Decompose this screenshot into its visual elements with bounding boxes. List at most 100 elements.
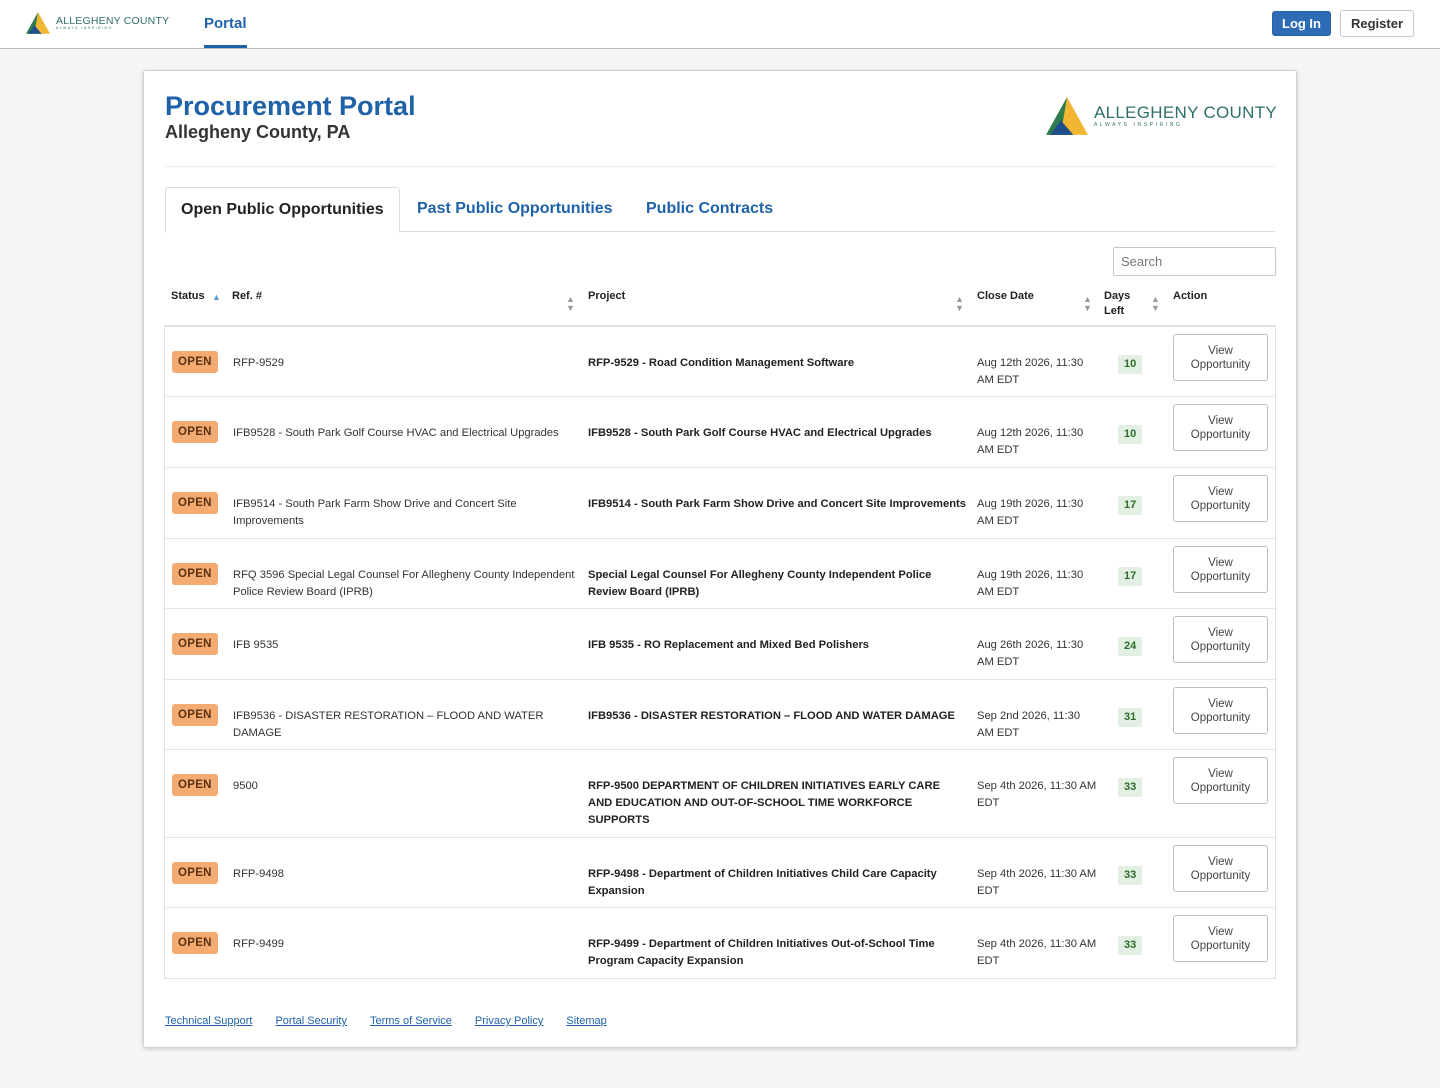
column-header-status[interactable]: Status <box>171 289 205 304</box>
header-logo: ALLEGHENY COUNTY ALWAYS INSPIRING <box>1046 97 1277 135</box>
table-body: OPEN RFP-9529 RFP-9529 - Road Condition … <box>164 327 1276 979</box>
top-navbar: ALLEGHENY COUNTY ALWAYS INSPIRING Portal… <box>0 0 1440 49</box>
table-row: OPEN IFB 9535 IFB 9535 - RO Replacement … <box>165 609 1275 680</box>
close-date-cell: Sep 4th 2026, 11:30 AM EDT <box>977 938 1097 967</box>
footer-link-technical-support[interactable]: Technical Support <box>165 1015 252 1027</box>
status-badge: OPEN <box>172 492 218 514</box>
project-cell: RFP-9500 DEPARTMENT OF CHILDREN INITIATI… <box>588 780 941 826</box>
table-row: OPEN IFB9528 - South Park Golf Course HV… <box>165 397 1275 468</box>
table-row: OPEN IFB9514 - South Park Farm Show Driv… <box>165 468 1275 539</box>
view-opportunity-button[interactable]: View Opportunity <box>1173 334 1268 381</box>
footer-links: Technical Support Portal Security Terms … <box>165 1015 607 1027</box>
tab-public-contracts[interactable]: Public Contracts <box>646 187 773 232</box>
table-row: OPEN 9500 RFP-9500 DEPARTMENT OF CHILDRE… <box>165 750 1275 838</box>
close-date-cell: Aug 19th 2026, 11:30 AM EDT <box>977 498 1084 527</box>
sort-icon[interactable]: ▲ ▼ <box>955 295 964 313</box>
status-badge: OPEN <box>172 351 218 373</box>
header-logo-tagline: ALWAYS INSPIRING <box>1094 122 1183 128</box>
table-row: OPEN RFP-9498 RFP-9498 - Department of C… <box>165 838 1275 908</box>
project-cell: IFB9536 - DISASTER RESTORATION – FLOOD A… <box>588 710 955 722</box>
ref-cell: 9500 <box>233 780 258 792</box>
project-cell: RFP-9498 - Department of Children Initia… <box>588 868 937 897</box>
days-left-badge: 33 <box>1118 936 1143 955</box>
ref-cell: RFP-9499 <box>233 938 284 950</box>
close-date-cell: Sep 2nd 2026, 11:30 AM EDT <box>977 710 1081 739</box>
table-row: OPEN RFP-9529 RFP-9529 - Road Condition … <box>165 327 1275 397</box>
footer-link-privacy-policy[interactable]: Privacy Policy <box>475 1015 543 1027</box>
view-opportunity-button[interactable]: View Opportunity <box>1173 915 1268 962</box>
table-row: OPEN IFB9536 - DISASTER RESTORATION – FL… <box>165 680 1275 750</box>
footer-link-portal-security[interactable]: Portal Security <box>275 1015 347 1027</box>
nav-logo-tagline: ALWAYS INSPIRING <box>56 26 113 30</box>
status-badge: OPEN <box>172 704 218 726</box>
sort-icon[interactable]: ▲ ▼ <box>1083 295 1092 313</box>
table-header: Status ▲ Ref. # ▲ ▼ Project ▲ ▼ Close Date… <box>164 284 1276 327</box>
sort-icon[interactable]: ▲ ▼ <box>566 295 575 313</box>
days-left-badge: 17 <box>1118 496 1143 515</box>
view-opportunity-button[interactable]: View Opportunity <box>1173 616 1268 663</box>
status-badge: OPEN <box>172 932 218 954</box>
view-opportunity-button[interactable]: View Opportunity <box>1173 404 1268 451</box>
status-badge: OPEN <box>172 633 218 655</box>
days-left-badge: 17 <box>1118 567 1143 586</box>
portal-card: Procurement Portal Allegheny County, PA … <box>143 70 1297 1048</box>
ref-cell: IFB9536 - DISASTER RESTORATION – FLOOD A… <box>233 710 544 739</box>
close-date-cell: Aug 12th 2026, 11:30 AM EDT <box>977 427 1084 456</box>
view-opportunity-button[interactable]: View Opportunity <box>1173 475 1268 522</box>
view-opportunity-button[interactable]: View Opportunity <box>1173 546 1268 593</box>
ref-cell: RFP-9529 <box>233 357 284 369</box>
column-header-project[interactable]: Project <box>588 289 625 304</box>
view-opportunity-button[interactable]: View Opportunity <box>1173 757 1268 804</box>
close-date-cell: Sep 4th 2026, 11:30 AM EDT <box>977 780 1097 809</box>
status-badge: OPEN <box>172 862 218 884</box>
search-input[interactable] <box>1113 247 1276 276</box>
ref-cell: RFQ 3596 Special Legal Counsel For Alleg… <box>233 569 575 598</box>
footer-link-terms-of-service[interactable]: Terms of Service <box>370 1015 452 1027</box>
project-cell: IFB9514 - South Park Farm Show Drive and… <box>588 498 966 510</box>
header-logo-text: ALLEGHENY COUNTY <box>1094 103 1278 122</box>
view-opportunity-button[interactable]: View Opportunity <box>1173 687 1268 734</box>
status-badge: OPEN <box>172 563 218 585</box>
project-cell: RFP-9529 - Road Condition Management Sof… <box>588 357 855 369</box>
page-subtitle: Allegheny County, PA <box>165 122 351 142</box>
county-logo-icon <box>26 12 50 34</box>
column-header-action: Action <box>1173 290 1208 302</box>
column-header-ref[interactable]: Ref. # <box>232 289 262 304</box>
ref-cell: IFB9514 - South Park Farm Show Drive and… <box>233 498 517 527</box>
close-date-cell: Aug 26th 2026, 11:30 AM EDT <box>977 639 1084 668</box>
ref-cell: RFP-9498 <box>233 868 284 880</box>
project-cell: RFP-9499 - Department of Children Initia… <box>588 938 935 967</box>
sort-icon[interactable]: ▲ ▼ <box>1151 295 1160 313</box>
project-cell: IFB 9535 - RO Replacement and Mixed Bed … <box>588 639 870 651</box>
column-header-close-date[interactable]: Close Date <box>977 289 1034 304</box>
register-button[interactable]: Register <box>1340 10 1414 37</box>
sort-asc-icon[interactable]: ▲ <box>212 293 221 302</box>
nav-tab-portal[interactable]: Portal <box>204 0 247 48</box>
view-opportunity-button[interactable]: View Opportunity <box>1173 845 1268 892</box>
days-left-badge: 10 <box>1118 355 1143 374</box>
close-date-cell: Aug 19th 2026, 11:30 AM EDT <box>977 569 1084 598</box>
status-badge: OPEN <box>172 774 218 796</box>
footer-link-sitemap[interactable]: Sitemap <box>566 1015 606 1027</box>
nav-logo[interactable]: ALLEGHENY COUNTY ALWAYS INSPIRING <box>26 10 169 36</box>
close-date-cell: Aug 12th 2026, 11:30 AM EDT <box>977 357 1084 386</box>
opportunities-table: Status ▲ Ref. # ▲ ▼ Project ▲ ▼ Close Date… <box>164 284 1276 979</box>
nav-logo-text: ALLEGHENY COUNTY <box>56 14 170 27</box>
tab-open-public-opportunities[interactable]: Open Public Opportunities <box>165 187 400 233</box>
days-left-badge: 31 <box>1118 708 1143 727</box>
table-row: OPEN RFP-9499 RFP-9499 - Department of C… <box>165 908 1275 978</box>
project-cell: IFB9528 - South Park Golf Course HVAC an… <box>588 427 932 439</box>
project-cell: Special Legal Counsel For Allegheny Coun… <box>588 569 932 598</box>
days-left-badge: 10 <box>1118 425 1143 444</box>
status-badge: OPEN <box>172 421 218 443</box>
table-row: OPEN RFQ 3596 Special Legal Counsel For … <box>165 539 1275 609</box>
ref-cell: IFB9528 - South Park Golf Course HVAC an… <box>233 427 559 439</box>
tab-past-public-opportunities[interactable]: Past Public Opportunities <box>417 187 613 232</box>
county-logo-icon <box>1046 97 1088 135</box>
column-header-days-left[interactable]: Days Left <box>1104 289 1144 319</box>
opportunity-tabs: Open Public Opportunities Past Public Op… <box>165 187 1275 233</box>
close-date-cell: Sep 4th 2026, 11:30 AM EDT <box>977 868 1097 897</box>
days-left-badge: 33 <box>1118 866 1143 885</box>
login-button[interactable]: Log In <box>1272 11 1331 36</box>
page-title: Procurement Portal <box>165 91 416 121</box>
